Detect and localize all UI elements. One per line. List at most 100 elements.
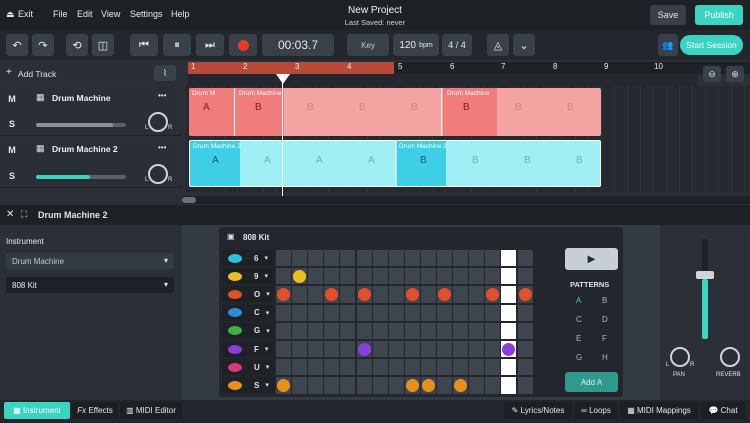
step-cell[interactable] (340, 304, 356, 321)
step-cell[interactable] (356, 250, 372, 267)
step-cell[interactable] (501, 286, 517, 303)
metronome-icon[interactable]: ◬ (487, 34, 509, 56)
step-cell[interactable] (292, 377, 308, 394)
step-cell[interactable] (404, 304, 420, 321)
chevron-down-icon[interactable]: ▾ (266, 290, 270, 298)
step-cell[interactable] (453, 341, 469, 358)
undo-icon[interactable]: ↶ (6, 34, 28, 56)
step-cell[interactable] (469, 286, 485, 303)
step-cell[interactable] (340, 377, 356, 394)
step-cell[interactable] (372, 341, 388, 358)
pattern-f[interactable]: F (602, 334, 607, 343)
step-cell[interactable] (501, 304, 517, 321)
step-cell[interactable] (324, 304, 340, 321)
step-cell[interactable] (372, 304, 388, 321)
step-cell[interactable] (517, 250, 533, 267)
step-cell[interactable] (356, 322, 372, 339)
key-button[interactable]: Key (347, 34, 389, 56)
chevron-down-icon[interactable]: ▾ (265, 345, 269, 353)
step-cell[interactable] (308, 322, 324, 339)
metronome-split-icon[interactable]: ◫ (92, 34, 114, 56)
step-cell[interactable] (453, 322, 469, 339)
step-cell[interactable] (501, 250, 517, 267)
exit-icon[interactable]: ⏏ (6, 9, 15, 20)
step-cell[interactable] (308, 286, 324, 303)
step-cell[interactable] (324, 377, 340, 394)
active-step[interactable] (518, 287, 532, 301)
expand-icon[interactable]: ⛶ (21, 209, 27, 220)
pan-knob[interactable] (148, 112, 168, 132)
step-cell[interactable] (453, 286, 469, 303)
step-cell[interactable] (469, 341, 485, 358)
pattern-e[interactable]: E (576, 334, 581, 343)
instrument-select[interactable]: Drum Machine ▾ (6, 253, 174, 269)
step-cell[interactable] (517, 268, 533, 285)
track-header-1[interactable]: M S ▦ Drum Machine ••• L R (0, 86, 182, 136)
step-cell[interactable] (388, 250, 404, 267)
pattern-c[interactable]: C (576, 315, 582, 324)
step-cell[interactable] (372, 286, 388, 303)
step-cell[interactable] (340, 250, 356, 267)
active-step[interactable] (405, 378, 419, 392)
active-step[interactable] (357, 287, 371, 301)
step-cell[interactable] (324, 268, 340, 285)
users-icon[interactable]: 👥 (658, 34, 678, 56)
midi-editor-tab[interactable]: ▥ MIDI Editor (120, 402, 182, 419)
step-cell[interactable] (292, 286, 308, 303)
help-menu[interactable]: Help (171, 9, 190, 19)
step-cell[interactable] (404, 250, 420, 267)
step-cell[interactable] (453, 359, 469, 376)
drum-row-label[interactable]: F ▾ (222, 341, 274, 357)
mute-button[interactable]: M (5, 92, 19, 106)
step-cell[interactable] (340, 322, 356, 339)
pattern-a[interactable]: A (576, 296, 581, 305)
step-cell[interactable] (469, 359, 485, 376)
track-name[interactable]: Drum Machine (52, 93, 111, 103)
step-cell[interactable] (308, 268, 324, 285)
step-cell[interactable] (469, 322, 485, 339)
volume-slider[interactable] (36, 123, 126, 127)
pause-icon[interactable]: ⏸ (163, 34, 191, 56)
add-track-button[interactable]: Add Track (18, 69, 56, 79)
step-cell[interactable] (340, 341, 356, 358)
drum-row-label[interactable]: O ▾ (222, 286, 274, 303)
step-cell[interactable] (501, 268, 517, 285)
track-menu-icon[interactable]: ••• (158, 91, 166, 100)
publish-button[interactable]: Publish (695, 5, 743, 25)
step-cell[interactable] (340, 359, 356, 376)
step-cell[interactable] (420, 341, 436, 358)
pattern-b[interactable]: B (602, 296, 607, 305)
step-cell[interactable] (308, 359, 324, 376)
step-cell[interactable] (356, 304, 372, 321)
active-step[interactable] (438, 287, 451, 301)
active-step[interactable] (277, 287, 290, 301)
drum-row-label[interactable]: U ▾ (222, 359, 274, 376)
effects-tab[interactable]: Fx Effects (72, 402, 118, 419)
automation-icon[interactable]: ⌇ (154, 65, 176, 81)
step-cell[interactable] (469, 304, 485, 321)
view-menu[interactable]: View (101, 9, 120, 19)
pattern-g[interactable]: G (576, 353, 582, 362)
step-cell[interactable] (485, 359, 501, 376)
step-cell[interactable] (324, 341, 340, 358)
volume-slider[interactable] (36, 175, 126, 179)
step-cell[interactable] (453, 268, 469, 285)
step-cell[interactable] (292, 341, 308, 358)
step-cell[interactable] (469, 268, 485, 285)
active-step[interactable] (277, 378, 290, 392)
track-name[interactable]: Drum Machine 2 (52, 144, 118, 154)
playhead[interactable] (282, 76, 283, 204)
step-cell[interactable] (340, 286, 356, 303)
settings-menu[interactable]: Settings (130, 9, 163, 19)
step-cell[interactable] (372, 268, 388, 285)
save-button[interactable]: Save (650, 5, 686, 25)
step-cell[interactable] (517, 304, 533, 321)
step-cell[interactable] (292, 304, 308, 321)
drum-row-label[interactable]: C ▾ (222, 304, 274, 321)
step-cell[interactable] (372, 250, 388, 267)
step-cell[interactable] (517, 359, 533, 376)
step-cell[interactable] (372, 322, 388, 339)
step-cell[interactable] (388, 286, 404, 303)
step-cell[interactable] (437, 304, 452, 321)
step-cell[interactable] (340, 268, 356, 285)
